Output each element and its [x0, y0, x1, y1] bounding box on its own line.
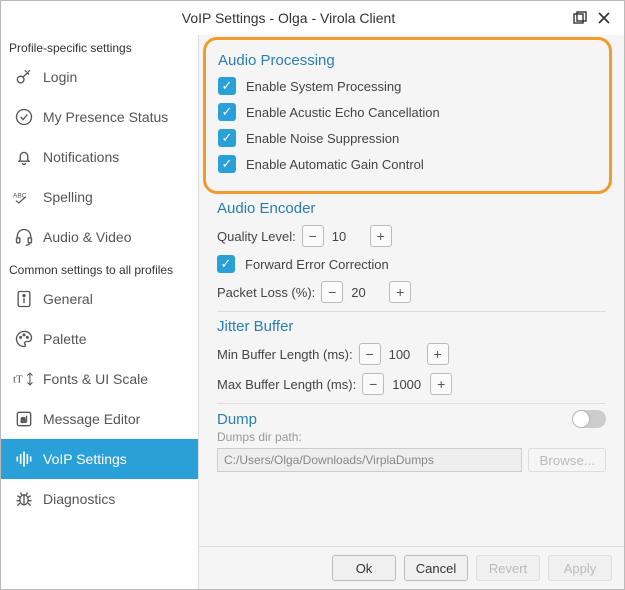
voip-icon: [11, 449, 37, 469]
close-icon[interactable]: [592, 6, 616, 30]
sidebar: Profile-specific settings Login My Prese…: [1, 35, 199, 589]
checkbox-label: Enable Automatic Gain Control: [246, 157, 424, 172]
check-circle-icon: [11, 107, 37, 127]
titlebar: VoIP Settings - Olga - Virola Client: [1, 1, 624, 35]
maximize-icon[interactable]: [568, 6, 592, 30]
sidebar-item-audiovideo[interactable]: Audio & Video: [1, 217, 198, 257]
minbuffer-inc-button[interactable]: +: [427, 343, 449, 365]
sidebar-item-label: Notifications: [37, 149, 119, 165]
packetloss-stepper: − 20 +: [321, 281, 411, 303]
quality-label: Quality Level:: [217, 229, 296, 244]
sidebar-item-notifications[interactable]: Notifications: [1, 137, 198, 177]
section-title-audio-processing: Audio Processing: [218, 52, 597, 69]
packetloss-label: Packet Loss (%):: [217, 285, 315, 300]
sidebar-item-label: General: [37, 291, 93, 307]
abc-check-icon: ABC: [11, 189, 37, 205]
section-title-encoder: Audio Encoder: [217, 200, 606, 217]
minbuffer-value: 100: [387, 347, 421, 362]
svg-text:ABC: ABC: [13, 193, 27, 200]
maxbuffer-dec-button[interactable]: −: [362, 373, 384, 395]
sidebar-item-message-editor[interactable]: a Message Editor: [1, 399, 198, 439]
sidebar-item-spelling[interactable]: ABC Spelling: [1, 177, 198, 217]
sidebar-item-label: Fonts & UI Scale: [37, 371, 148, 387]
packetloss-inc-button[interactable]: +: [389, 281, 411, 303]
sidebar-item-label: VoIP Settings: [37, 451, 127, 467]
sidebar-item-label: Message Editor: [37, 411, 140, 427]
section-title-dump: Dump: [217, 411, 257, 428]
sidebar-item-label: Palette: [37, 331, 87, 347]
sidebar-item-presence[interactable]: My Presence Status: [1, 97, 198, 137]
sidebar-item-fonts[interactable]: tT Fonts & UI Scale: [1, 359, 198, 399]
svg-text:tT: tT: [13, 373, 23, 385]
quality-stepper: − 10 +: [302, 225, 392, 247]
browse-button: Browse...: [528, 448, 606, 472]
toggle-knob: [573, 411, 589, 427]
checkbox-icon: ✓: [217, 255, 235, 273]
checkbox-label: Enable Noise Suppression: [246, 131, 399, 146]
minbuffer-label: Min Buffer Length (ms):: [217, 347, 353, 362]
settings-window: VoIP Settings - Olga - Virola Client Pro…: [0, 0, 625, 590]
editor-icon: a: [11, 409, 37, 429]
checkbox-icon: ✓: [218, 129, 236, 147]
sidebar-item-label: Spelling: [37, 189, 93, 205]
checkbox-system-processing[interactable]: ✓ Enable System Processing: [218, 77, 597, 95]
checkbox-icon: ✓: [218, 103, 236, 121]
checkbox-icon: ✓: [218, 155, 236, 173]
checkbox-icon: ✓: [218, 77, 236, 95]
highlighted-section: Audio Processing ✓ Enable System Processi…: [203, 37, 612, 194]
content-pane: Audio Processing ✓ Enable System Processi…: [199, 35, 624, 589]
checkbox-echo-cancel[interactable]: ✓ Enable Acustic Echo Cancellation: [218, 103, 597, 121]
font-scale-icon: tT: [11, 370, 37, 388]
ok-button[interactable]: Ok: [332, 555, 396, 581]
dump-toggle[interactable]: [572, 410, 606, 428]
dump-path-input: [217, 448, 522, 472]
window-title: VoIP Settings - Olga - Virola Client: [9, 10, 568, 26]
quality-dec-button[interactable]: −: [302, 225, 324, 247]
maxbuffer-inc-button[interactable]: +: [430, 373, 452, 395]
cancel-button[interactable]: Cancel: [404, 555, 468, 581]
sidebar-item-label: My Presence Status: [37, 109, 168, 125]
headset-icon: [11, 227, 37, 247]
maxbuffer-stepper: − 1000 +: [362, 373, 452, 395]
sidebar-item-label: Audio & Video: [37, 229, 131, 245]
checkbox-label: Enable Acustic Echo Cancellation: [246, 105, 440, 120]
sidebar-item-label: Diagnostics: [37, 491, 115, 507]
checkbox-label: Forward Error Correction: [245, 257, 389, 272]
footer: Ok Cancel Revert Apply: [199, 546, 624, 589]
minbuffer-stepper: − 100 +: [359, 343, 449, 365]
maxbuffer-value: 1000: [390, 377, 424, 392]
sidebar-group-profile: Profile-specific settings: [1, 35, 198, 57]
sidebar-item-login[interactable]: Login: [1, 57, 198, 97]
separator: [217, 403, 606, 404]
bell-icon: [11, 147, 37, 167]
separator: [217, 311, 606, 312]
checkbox-fec[interactable]: ✓ Forward Error Correction: [217, 255, 606, 273]
palette-icon: [11, 329, 37, 349]
dump-hint: Dumps dir path:: [217, 430, 606, 444]
packetloss-value: 20: [349, 285, 383, 300]
maxbuffer-label: Max Buffer Length (ms):: [217, 377, 356, 392]
sidebar-group-common: Common settings to all profiles: [1, 257, 198, 279]
checkbox-label: Enable System Processing: [246, 79, 401, 94]
sidebar-item-label: Login: [37, 69, 77, 85]
key-icon: [11, 67, 37, 87]
sidebar-item-palette[interactable]: Palette: [1, 319, 198, 359]
info-icon: [11, 289, 37, 309]
quality-inc-button[interactable]: +: [370, 225, 392, 247]
quality-value: 10: [330, 229, 364, 244]
bug-icon: [11, 489, 37, 509]
minbuffer-dec-button[interactable]: −: [359, 343, 381, 365]
checkbox-gain-control[interactable]: ✓ Enable Automatic Gain Control: [218, 155, 597, 173]
revert-button: Revert: [476, 555, 540, 581]
section-title-jitter: Jitter Buffer: [217, 318, 606, 335]
apply-button: Apply: [548, 555, 612, 581]
sidebar-item-voip[interactable]: VoIP Settings: [1, 439, 198, 479]
sidebar-item-general[interactable]: General: [1, 279, 198, 319]
svg-text:a: a: [21, 414, 27, 424]
sidebar-item-diagnostics[interactable]: Diagnostics: [1, 479, 198, 519]
checkbox-noise-suppress[interactable]: ✓ Enable Noise Suppression: [218, 129, 597, 147]
packetloss-dec-button[interactable]: −: [321, 281, 343, 303]
